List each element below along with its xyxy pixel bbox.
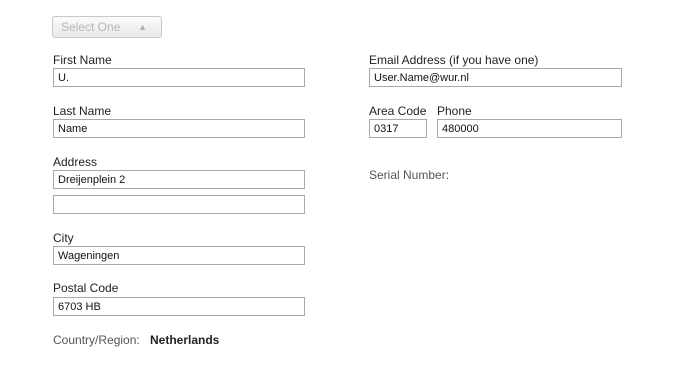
email-field[interactable] (369, 68, 622, 87)
city-field[interactable] (53, 246, 305, 265)
phone-label: Phone (437, 104, 472, 118)
last-name-field[interactable] (53, 119, 305, 138)
first-name-field[interactable] (53, 68, 305, 87)
address-line1-field[interactable] (53, 170, 305, 189)
email-label: Email Address (if you have one) (369, 53, 539, 67)
phone-field[interactable] (437, 119, 622, 138)
postal-code-label: Postal Code (53, 281, 119, 295)
postal-code-field[interactable] (53, 297, 305, 316)
country-value: Netherlands (150, 333, 220, 347)
country-label: Country/Region: (53, 333, 140, 347)
city-label: City (53, 231, 74, 245)
serial-number-label: Serial Number: (369, 168, 450, 182)
first-name-label: First Name (53, 53, 112, 67)
area-code-label: Area Code (369, 104, 427, 118)
select-dropdown[interactable]: Select One ▲ (52, 16, 162, 38)
area-code-field[interactable] (369, 119, 427, 138)
select-arrows-icon: ▲ (138, 22, 147, 32)
select-value: Select One (61, 20, 121, 34)
last-name-label: Last Name (53, 104, 112, 118)
address-label: Address (53, 155, 98, 169)
address-line2-field[interactable] (53, 195, 305, 214)
